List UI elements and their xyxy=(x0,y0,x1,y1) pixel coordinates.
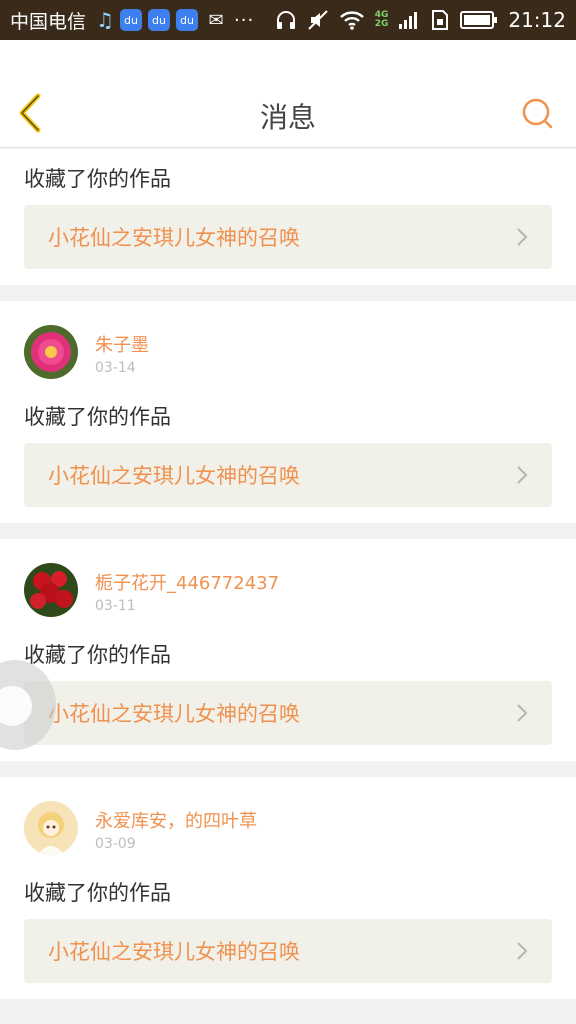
app-header: 消息 xyxy=(0,40,576,148)
mute-icon xyxy=(307,10,328,30)
message-action-text: 收藏了你的作品 xyxy=(24,405,171,429)
work-link[interactable]: 小花仙之安琪儿女神的召唤 xyxy=(24,443,552,507)
work-link[interactable]: 小花仙之安琪儿女神的召唤 xyxy=(24,205,552,269)
work-title: 小花仙之安琪儿女神的召唤 xyxy=(48,464,300,488)
baidu-icon: du xyxy=(148,9,171,31)
work-title: 小花仙之安琪儿女神的召唤 xyxy=(48,702,300,726)
assistive-touch-icon xyxy=(0,686,32,726)
avatar[interactable] xyxy=(24,801,78,855)
wechat-icon: ✉ xyxy=(208,9,224,31)
work-link[interactable]: 小花仙之安琪儿女神的召唤 xyxy=(24,919,552,983)
user-name[interactable]: 永爱库安，的四叶草 xyxy=(95,807,257,833)
work-link[interactable]: 小花仙之安琪儿女神的召唤 xyxy=(24,681,552,745)
wifi-icon xyxy=(339,11,364,30)
baidu-icon: du xyxy=(120,9,143,31)
chevron-right-icon xyxy=(517,466,528,484)
avatar[interactable] xyxy=(24,563,78,617)
headset-icon: ♫ xyxy=(96,8,114,32)
signal-icon xyxy=(399,12,418,29)
search-icon[interactable] xyxy=(520,96,554,130)
chevron-right-icon xyxy=(517,942,528,960)
message-action-text: 收藏了你的作品 xyxy=(24,167,171,191)
message-card: 栀子花开_446772437 03-11 收藏了你的作品 小花仙之安琪儿女神的召… xyxy=(0,539,576,761)
page-title: 消息 xyxy=(259,101,316,134)
network-type-indicator: 4G 2G xyxy=(374,10,389,29)
chevron-right-icon xyxy=(517,704,528,722)
message-card: 朱子墨 03-14 收藏了你的作品 小花仙之安琪儿女神的召唤 xyxy=(0,301,576,523)
carrier-label: 中国电信 xyxy=(10,10,87,33)
user-name[interactable]: 栀子花开_446772437 xyxy=(95,569,279,595)
chevron-right-icon xyxy=(517,228,528,246)
sim-icon xyxy=(432,10,449,30)
more-notifications-icon: ··· xyxy=(234,9,255,31)
message-date: 03-11 xyxy=(95,598,136,614)
message-date: 03-14 xyxy=(95,360,136,376)
headphones-icon xyxy=(276,11,295,29)
message-date: 03-09 xyxy=(95,836,136,852)
user-name[interactable]: 朱子墨 xyxy=(95,331,149,357)
message-card: 永爱库安，的四叶草 03-09 收藏了你的作品 小花仙之安琪儿女神的召唤 xyxy=(0,777,576,999)
avatar[interactable] xyxy=(24,325,78,379)
status-bar: 中国电信 ♫ du du du ✉ ··· 4G 2G 21:12 xyxy=(0,0,576,40)
work-title: 小花仙之安琪儿女神的召唤 xyxy=(48,940,300,964)
message-action-text: 收藏了你的作品 xyxy=(24,881,171,905)
baidu-icon: du xyxy=(176,9,199,31)
message-card: 收藏了你的作品 小花仙之安琪儿女神的召唤 xyxy=(0,149,576,285)
clock: 21:12 xyxy=(508,8,566,32)
work-title: 小花仙之安琪儿女神的召唤 xyxy=(48,226,300,250)
battery-icon xyxy=(460,11,498,29)
message-list[interactable]: 收藏了你的作品 小花仙之安琪儿女神的召唤 朱子墨 03-14 收藏了你的作品 小… xyxy=(0,149,576,999)
message-action-text: 收藏了你的作品 xyxy=(24,643,171,667)
